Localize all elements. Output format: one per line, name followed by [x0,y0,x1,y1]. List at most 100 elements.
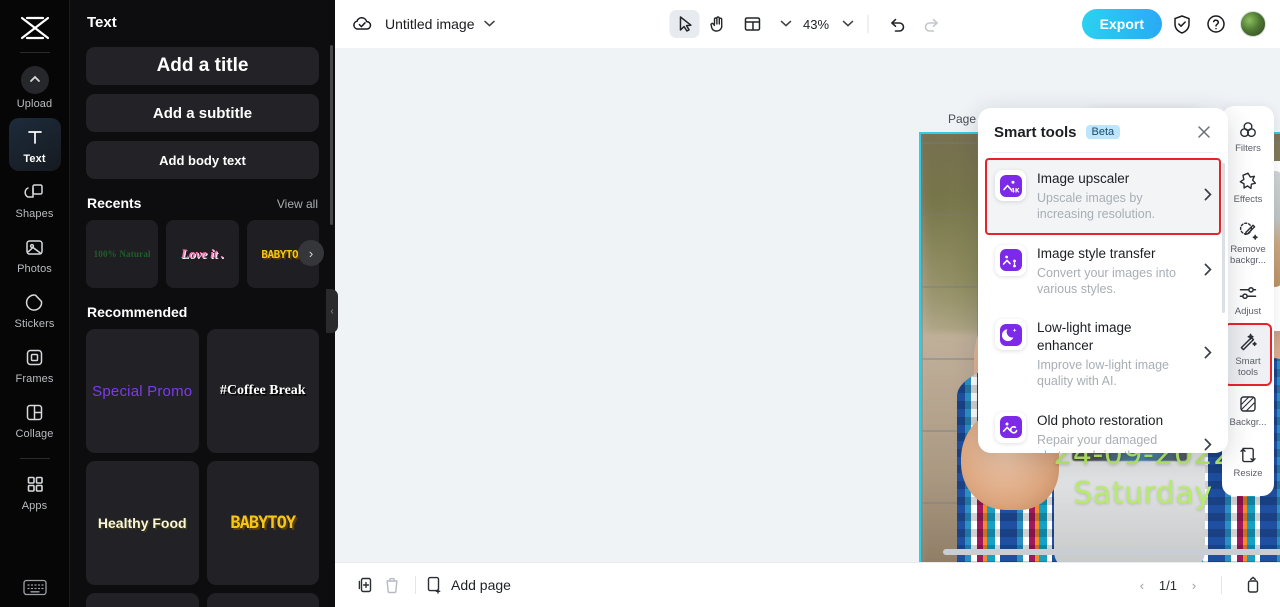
smart-tool-desc: Repair your damaged photos or bring them… [1037,432,1178,454]
smart-tools-header: Smart tools Beta [978,108,1228,152]
recents-view-all-link[interactable]: View all [277,197,318,211]
sidebar-item-apps[interactable]: Apps [9,465,61,518]
prev-page-icon[interactable]: ‹ [1133,578,1151,593]
top-right-actions: Export [1081,9,1266,39]
smart-tools-wand-icon [1237,332,1259,354]
avatar[interactable] [1240,11,1266,37]
smart-tool-desc: Upscale images by increasing resolution. [1037,191,1156,222]
add-page-icon [426,576,443,594]
smart-tools-title: Smart tools [994,123,1077,141]
tool-background[interactable]: Backgr... [1226,386,1270,435]
rail-divider-top [19,52,50,53]
chevron-right-icon[interactable] [1204,263,1212,279]
export-button[interactable]: Export [1081,9,1162,39]
panel-title: Text [87,14,117,31]
delete-page-icon[interactable] [379,573,405,597]
tool-resize[interactable]: Resize [1226,437,1270,486]
bottom-divider [415,576,416,594]
chevron-down-icon[interactable] [483,18,495,30]
add-subtitle-button[interactable]: Add a subtitle [86,94,319,132]
tool-remove-background[interactable]: Remove backgr... [1226,213,1270,272]
recommended-item[interactable]: #Coffee Break [206,329,319,453]
tool-filters[interactable]: Filters [1226,112,1270,161]
smart-tool-name: Image upscaler [1037,171,1130,186]
next-page-icon[interactable]: › [1185,578,1203,593]
sticker-icon [23,290,47,314]
add-body-text-button[interactable]: Add body text [86,141,319,179]
sidebar-item-collage[interactable]: Collage [9,393,61,446]
sidebar-item-label: Apps [21,500,48,512]
smart-tools-scrollbar[interactable] [1222,163,1225,313]
recent-item[interactable]: Love it . [166,220,239,288]
recommended-item[interactable]: Healthy Food [86,461,199,585]
sidebar-item-frames[interactable]: Frames [9,338,61,391]
sidebar-item-text[interactable]: Text [8,118,61,171]
tool-adjust[interactable]: Adjust [1226,275,1270,324]
add-title-button[interactable]: Add a title [86,47,319,85]
recommended-item[interactable] [86,593,199,607]
select-cursor-icon[interactable] [668,10,699,38]
apps-grid-icon [23,472,47,496]
main-area: Untitled image 43% Export Page 1 - 24-09… [335,0,1280,607]
hand-pan-icon[interactable] [703,10,733,38]
sidebar-item-stickers[interactable]: Stickers [9,283,61,336]
keyboard-shortcuts-icon [22,577,48,597]
sidebar-item-label: Upload [16,98,53,110]
smart-tools-panel: Smart tools Beta 4K Image upscaler Upsca… [978,108,1228,453]
zoom-chevron-down-icon[interactable] [842,18,853,30]
tool-label: Adjust [1234,305,1262,317]
chevron-right-icon[interactable] [1204,188,1212,204]
smart-tool-old-photo-restoration[interactable]: Old photo restoration Repair your damage… [986,401,1220,454]
sidebar-item-photos[interactable]: Photos [9,228,61,281]
recent-item[interactable]: 100% Natural [86,220,159,288]
panel-scrollbar[interactable] [330,45,333,225]
panel-collapse-handle[interactable]: ‹ [326,289,338,333]
smart-tool-text: Old photo restoration Repair your damage… [1037,412,1191,454]
recommended-item-label: Healthy Food [97,515,187,531]
sidebar-item-shapes[interactable]: Shapes [9,173,61,226]
document-title[interactable]: Untitled image [385,16,475,32]
recommended-item[interactable] [206,593,319,607]
recents-carousel: 100% Natural Love it . BABYTOY › [86,220,324,288]
frame-icon [23,345,47,369]
cloud-saved-icon [351,13,373,35]
zoom-level-value[interactable]: 43% [803,17,829,32]
canvas-area[interactable]: Page 1 -Enter title [335,48,1280,562]
tool-label: Filters [1235,143,1261,154]
rail-divider-bottom [19,458,50,459]
smart-tool-image-style-transfer[interactable]: Image style transfer Convert your images… [986,234,1220,309]
close-icon[interactable] [1194,122,1214,142]
smart-tool-desc: Convert your images into various styles. [1037,265,1176,296]
layout-grid-icon[interactable] [737,10,767,38]
chevron-right-icon[interactable] [1204,346,1212,362]
shapes-icon [23,180,47,204]
add-page-button[interactable]: Add page [426,576,511,594]
recent-item-label: Love it . [181,246,224,261]
recents-next-arrow-icon[interactable]: › [298,240,324,266]
duplicate-page-icon[interactable] [353,573,379,597]
chevron-right-icon[interactable] [1204,438,1212,453]
recommended-item[interactable]: Special Promo [86,329,199,453]
smart-tool-image-upscaler[interactable]: 4K Image upscaler Upscale images by incr… [985,158,1221,235]
recents-title: Recents [87,195,142,211]
capcut-logo-icon[interactable] [17,14,53,42]
sidebar-item-label: Stickers [14,318,55,330]
sidebar-item-label: Shapes [15,208,54,220]
pages-panel-icon[interactable] [1240,573,1266,597]
keyboard-shortcuts-button[interactable] [22,577,48,597]
layout-chevron-down-icon[interactable] [780,18,791,30]
sidebar-item-label: Photos [17,263,52,275]
sidebar-item-upload[interactable]: Upload [9,59,61,116]
smart-tool-low-light-enhancer[interactable]: Low-light image enhancer Improve low-lig… [986,308,1220,401]
resize-icon [1237,444,1259,466]
canvas-horizontal-scrollbar[interactable] [943,549,1280,555]
tool-effects[interactable]: Effects [1226,163,1270,212]
undo-icon[interactable] [882,10,912,38]
recommended-item[interactable]: BABYTOY [206,461,319,585]
tool-smart-tools[interactable]: Smart tools [1224,323,1272,387]
upload-arrow-icon [20,66,49,94]
help-circle-icon[interactable] [1202,10,1230,38]
shield-check-icon[interactable] [1168,10,1196,38]
tool-label: Smart tools [1235,356,1261,378]
smart-tool-name: Old photo restoration [1037,412,1164,428]
